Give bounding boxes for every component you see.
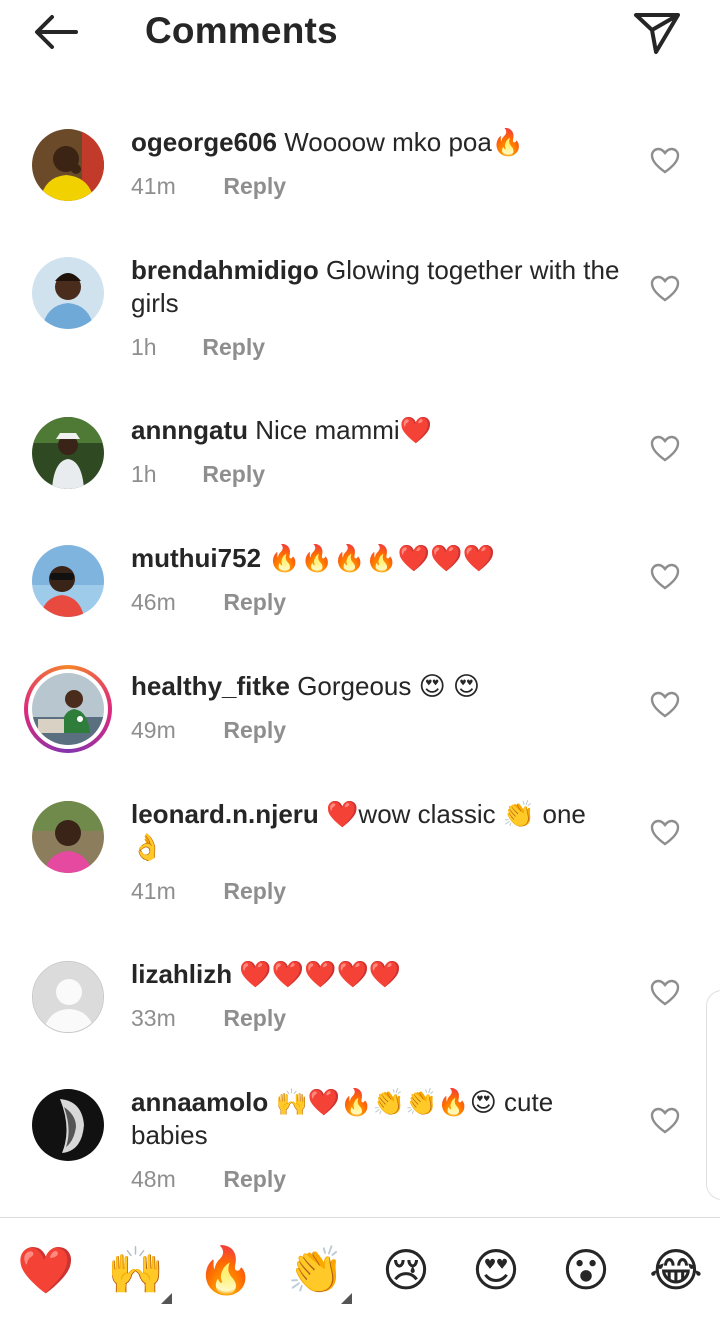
like-button[interactable] xyxy=(650,563,680,591)
raising-hands-reaction-button[interactable]: 🙌 xyxy=(106,1240,166,1300)
quick-reaction-bar: ❤️ 🙌 🔥 👏 😢 😍 😮 😂 xyxy=(0,1217,720,1318)
reply-button[interactable]: Reply xyxy=(202,461,265,487)
avatar[interactable] xyxy=(32,257,104,329)
avatar[interactable] xyxy=(32,1089,104,1161)
comment-time: 41m xyxy=(131,878,176,904)
comment-username[interactable]: healthy_fitke xyxy=(131,671,290,701)
comment-time: 46m xyxy=(131,589,176,615)
like-button[interactable] xyxy=(650,691,680,719)
heart-outline-icon xyxy=(650,147,680,174)
like-button[interactable] xyxy=(650,979,680,1007)
avatar-with-story-ring[interactable] xyxy=(24,665,112,753)
comment-username[interactable]: annaamolo xyxy=(131,1087,268,1117)
comment-body: leonard.n.njeru ❤️wow classic 👏 one 👌 xyxy=(131,798,621,864)
comment-meta: 1h Reply xyxy=(131,334,265,361)
reply-button[interactable]: Reply xyxy=(202,334,265,360)
heart-outline-icon xyxy=(650,979,680,1006)
comment-meta: 1h Reply xyxy=(131,461,265,488)
comment-time: 33m xyxy=(131,1005,176,1031)
comment-time: 48m xyxy=(131,1166,176,1192)
comment-body: annaamolo 🙌❤️🔥👏👏🔥😍 cute babies xyxy=(131,1086,621,1152)
comment-meta: 48m Reply xyxy=(131,1166,286,1193)
laughing-reaction-button[interactable]: 😂 xyxy=(646,1240,706,1300)
comment-body: lizahlizh ❤️❤️❤️❤️❤️ xyxy=(131,958,621,991)
comment-text: ❤️❤️❤️❤️❤️ xyxy=(239,959,402,989)
heart-outline-icon xyxy=(650,691,680,718)
page-title: Comments xyxy=(145,10,338,51)
reply-button[interactable]: Reply xyxy=(223,173,286,199)
share-button[interactable] xyxy=(628,8,684,56)
comment-time: 1h xyxy=(131,461,157,487)
comment-username[interactable]: annngatu xyxy=(131,415,248,445)
heart-eyes-reaction-button[interactable]: 😍 xyxy=(466,1240,526,1300)
comment-meta: 33m Reply xyxy=(131,1005,286,1032)
reply-button[interactable]: Reply xyxy=(223,717,286,743)
comment-meta: 49m Reply xyxy=(131,717,286,744)
comment-username[interactable]: lizahlizh xyxy=(131,959,232,989)
avatar[interactable] xyxy=(32,417,104,489)
paper-plane-icon xyxy=(634,13,680,54)
comment-body: muthui752 🔥🔥🔥🔥❤️❤️❤️ xyxy=(131,542,621,575)
reply-button[interactable]: Reply xyxy=(223,1166,286,1192)
clapping-reaction-button[interactable]: 👏 xyxy=(286,1240,346,1300)
comment-meta: 41m Reply xyxy=(131,878,286,905)
comment-username[interactable]: brendahmidigo xyxy=(131,255,319,285)
edge-panel-handle[interactable] xyxy=(706,990,720,1200)
like-button[interactable] xyxy=(650,147,680,175)
comment-username[interactable]: muthui752 xyxy=(131,543,261,573)
like-button[interactable] xyxy=(650,1107,680,1135)
comment-body: healthy_fitke Gorgeous 😍 😍 xyxy=(131,670,621,703)
comment-body: annngatu Nice mammi❤️ xyxy=(131,414,621,447)
comment-text: Gorgeous 😍 😍 xyxy=(297,671,481,701)
like-button[interactable] xyxy=(650,819,680,847)
reply-button[interactable]: Reply xyxy=(223,878,286,904)
default-avatar[interactable] xyxy=(32,961,104,1033)
comment-text: Nice mammi❤️ xyxy=(255,415,433,445)
comment-time: 1h xyxy=(131,334,157,360)
comment-body: ogeorge606 Woooow mko poa🔥 xyxy=(131,126,621,159)
comment-text: 🔥🔥🔥🔥❤️❤️❤️ xyxy=(268,543,495,573)
heart-outline-icon xyxy=(650,819,680,846)
comment-body: brendahmidigo Glowing together with the … xyxy=(131,254,621,320)
comment-username[interactable]: leonard.n.njeru xyxy=(131,799,319,829)
comment-text: Woooow mko poa🔥 xyxy=(284,127,525,157)
surprised-reaction-button[interactable]: 😮 xyxy=(556,1240,616,1300)
avatar[interactable] xyxy=(32,129,104,201)
like-button[interactable] xyxy=(650,275,680,303)
back-button[interactable] xyxy=(28,12,84,52)
comment-time: 49m xyxy=(131,717,176,743)
comment-meta: 41m Reply xyxy=(131,173,286,200)
skin-tone-indicator-icon xyxy=(161,1293,172,1304)
heart-reaction-button[interactable]: ❤️ xyxy=(16,1240,76,1300)
crying-reaction-button[interactable]: 😢 xyxy=(376,1240,436,1300)
like-button[interactable] xyxy=(650,435,680,463)
avatar[interactable] xyxy=(32,545,104,617)
heart-outline-icon xyxy=(650,1107,680,1134)
heart-outline-icon xyxy=(650,275,680,302)
arrow-left-icon xyxy=(35,15,78,49)
heart-outline-icon xyxy=(650,563,680,590)
skin-tone-indicator-icon xyxy=(341,1293,352,1304)
fire-reaction-button[interactable]: 🔥 xyxy=(196,1240,256,1300)
header: Comments xyxy=(0,0,720,66)
comment-time: 41m xyxy=(131,173,176,199)
avatar[interactable] xyxy=(32,801,104,873)
reply-button[interactable]: Reply xyxy=(223,589,286,615)
comment-meta: 46m Reply xyxy=(131,589,286,616)
heart-outline-icon xyxy=(650,435,680,462)
comment-username[interactable]: ogeorge606 xyxy=(131,127,277,157)
reply-button[interactable]: Reply xyxy=(223,1005,286,1031)
